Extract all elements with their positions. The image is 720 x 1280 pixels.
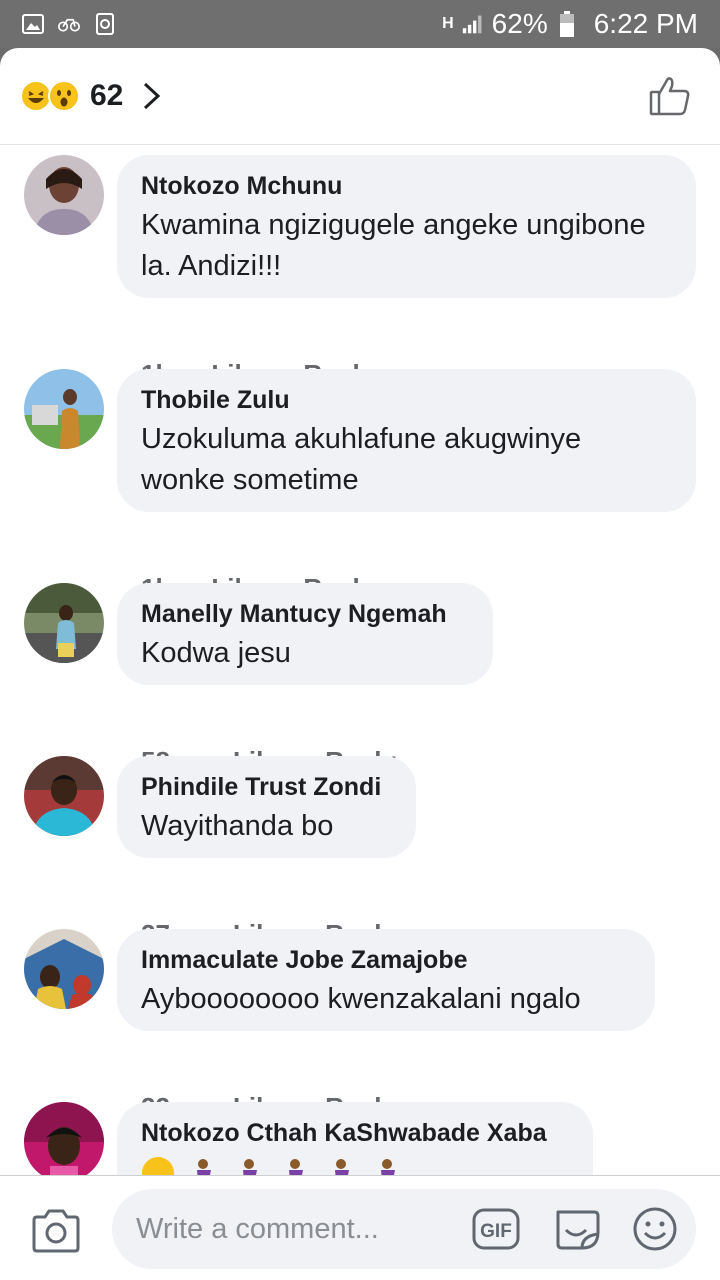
dancing-woman-emoji-icon [289, 1159, 303, 1175]
status-bar: H 62% 6:22 PM [0, 0, 720, 48]
gallery-notification-icon [22, 13, 44, 35]
reactions-summary[interactable]: 62 [20, 79, 163, 113]
avatar[interactable] [24, 929, 104, 1009]
comment-input-container: GIF [112, 1189, 696, 1269]
comment-bubble[interactable]: Thobile Zulu Uzokuluma akuhlafune akugwi… [117, 369, 696, 512]
comment-bubble[interactable]: Phindile Trust Zondi Wayithanda bo [117, 756, 416, 858]
avatar[interactable] [24, 756, 104, 836]
comment-input[interactable] [136, 1189, 466, 1269]
commenter-name[interactable]: Ntokozo Cthah KaShwabade Xaba [141, 1118, 569, 1148]
notification-icons [22, 13, 116, 35]
commenter-name[interactable]: Phindile Trust Zondi [141, 772, 392, 802]
comments-sheet: 62 Ntokozo Mchunu Kwamina ngizigugele an… [0, 48, 720, 1280]
comment-text: Kwamina ngizigugele angeke ungibone la. … [141, 209, 646, 282]
crying-laughing-emoji-icon [142, 1157, 174, 1175]
commenter-name[interactable]: Thobile Zulu [141, 385, 672, 415]
comment-text: Wayithanda bo [141, 810, 334, 842]
signal-icon [462, 13, 484, 35]
battery-icon [556, 11, 578, 37]
reactions-header: 62 [0, 48, 720, 145]
battery-percent: 62% [491, 8, 548, 39]
comment-composer: GIF [0, 1175, 720, 1280]
commenter-name[interactable]: Manelly Mantucy Ngemah [141, 599, 469, 629]
sticker-icon[interactable] [552, 1206, 600, 1252]
wow-emoji-icon [48, 80, 80, 112]
avatar[interactable] [24, 155, 104, 235]
comment-list: Ntokozo Mchunu Kwamina ngizigugele angek… [0, 145, 720, 1175]
recycle-notification-icon [94, 13, 116, 35]
gif-label: GIF [480, 1221, 512, 1242]
dancing-woman-emoji-icon [243, 1159, 257, 1175]
gif-button[interactable]: GIF [472, 1206, 520, 1252]
reaction-count: 62 [90, 79, 124, 112]
comment-bubble[interactable]: Immaculate Jobe Zamajobe Ayboooooooo kwe… [117, 929, 655, 1031]
avatar[interactable] [24, 369, 104, 449]
dancing-woman-emoji-icon [197, 1159, 211, 1175]
dancing-woman-emoji-icon [335, 1159, 349, 1175]
comment-bubble[interactable]: Ntokozo Mchunu Kwamina ngizigugele angek… [117, 155, 696, 298]
avatar[interactable] [24, 583, 104, 663]
emoji-row [141, 1156, 569, 1175]
commenter-name[interactable]: Ntokozo Mchunu [141, 171, 672, 201]
system-indicators: H 62% 6:22 PM [442, 8, 698, 40]
chevron-right-icon [141, 81, 163, 111]
commenter-name[interactable]: Immaculate Jobe Zamajobe [141, 945, 631, 975]
clock: 6:22 PM [593, 8, 698, 39]
comment-bubble[interactable]: Manelly Mantucy Ngemah Kodwa jesu [117, 583, 493, 685]
avatar[interactable] [24, 1102, 104, 1175]
dancing-woman-emoji-icon [381, 1159, 395, 1175]
comment-text: Kodwa jesu [141, 637, 291, 669]
comment-text: Ayboooooooo kwenzakalani ngalo [141, 983, 581, 1015]
thumbs-up-icon[interactable] [648, 74, 692, 118]
camera-icon[interactable] [30, 1208, 82, 1254]
network-type: H [442, 15, 454, 32]
comment-bubble[interactable]: Ntokozo Cthah KaShwabade Xaba [117, 1102, 593, 1175]
comment-text: Uzokuluma akuhlafune akugwinye wonke som… [141, 423, 582, 496]
bike-notification-icon [58, 13, 80, 35]
emoji-icon[interactable] [632, 1206, 678, 1252]
